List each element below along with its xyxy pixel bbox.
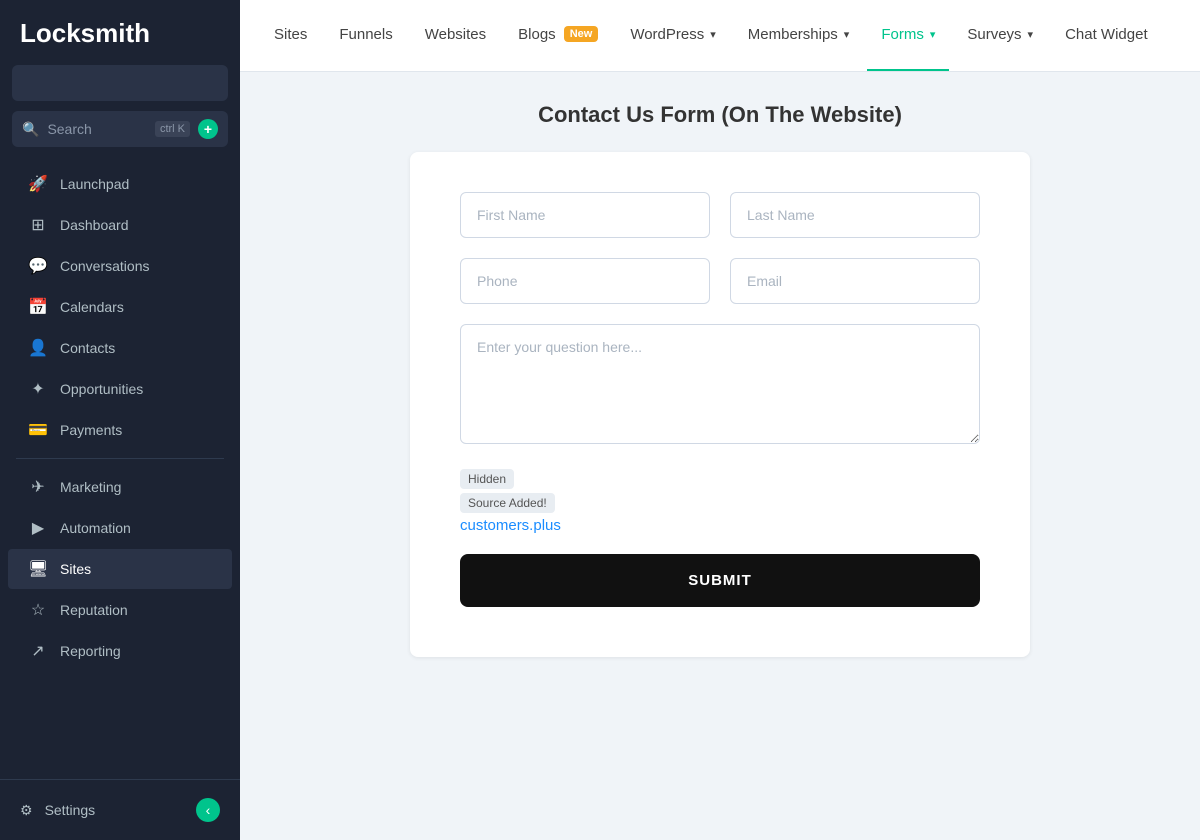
tab-memberships[interactable]: Memberships ▾	[734, 0, 864, 72]
main-content: Sites Funnels Websites Blogs New WordPre…	[240, 0, 1200, 840]
content-area: Contact Us Form (On The Website)	[240, 72, 1200, 840]
top-nav: Sites Funnels Websites Blogs New WordPre…	[240, 0, 1200, 72]
sidebar-item-automation[interactable]: ▶ Automation	[8, 508, 232, 548]
surveys-chevron-icon: ▾	[1028, 28, 1034, 41]
name-row	[460, 192, 980, 238]
launchpad-icon: 🚀	[28, 174, 48, 194]
settings-left: ⚙ Settings	[20, 802, 95, 819]
sidebar-item-marketing[interactable]: ✈ Marketing	[8, 467, 232, 507]
tab-surveys[interactable]: Surveys ▾	[953, 0, 1047, 72]
sidebar-item-label: Opportunities	[60, 381, 143, 397]
sidebar-item-label: Payments	[60, 422, 122, 438]
wordpress-chevron-icon: ▾	[710, 28, 716, 41]
calendars-icon: 📅	[28, 297, 48, 317]
sidebar-item-sites[interactable]: 🖥 Sites	[8, 549, 232, 589]
question-row	[460, 324, 980, 449]
blogs-new-badge: New	[564, 26, 599, 42]
sidebar-item-label: Calendars	[60, 299, 124, 315]
first-name-input[interactable]	[460, 192, 710, 238]
search-kbd: ctrl K	[155, 121, 190, 137]
sidebar-nav: 🚀 Launchpad ⊞ Dashboard 💬 Conversations …	[0, 163, 240, 672]
first-name-field	[460, 192, 710, 238]
sidebar-item-label: Marketing	[60, 479, 121, 495]
tab-sites[interactable]: Sites	[260, 0, 321, 72]
sidebar-item-label: Contacts	[60, 340, 115, 356]
app-title: Locksmith	[0, 0, 240, 65]
memberships-chevron-icon: ▾	[844, 28, 850, 41]
sidebar: Locksmith 🔍 Search ctrl K + 🚀 Launchpad …	[0, 0, 240, 840]
sidebar-item-dashboard[interactable]: ⊞ Dashboard	[8, 205, 232, 245]
tab-memberships-label: Memberships	[748, 26, 838, 43]
tab-chat-widget[interactable]: Chat Widget	[1051, 0, 1162, 72]
sidebar-item-opportunities[interactable]: ✦ Opportunities	[8, 369, 232, 409]
sidebar-item-label: Launchpad	[60, 176, 129, 192]
tab-blogs-label: Blogs	[518, 26, 556, 43]
forms-chevron-icon: ▾	[930, 28, 936, 41]
tab-funnels[interactable]: Funnels	[325, 0, 406, 72]
search-label: Search	[47, 121, 147, 137]
settings-row[interactable]: ⚙ Settings ‹	[0, 788, 240, 832]
source-value: customers.plus	[460, 517, 980, 534]
automation-icon: ▶	[28, 518, 48, 538]
last-name-input[interactable]	[730, 192, 980, 238]
phone-field	[460, 258, 710, 304]
sidebar-item-label: Sites	[60, 561, 91, 577]
last-name-field	[730, 192, 980, 238]
payments-icon: 💳	[28, 420, 48, 440]
settings-label: Settings	[45, 802, 96, 818]
tab-blogs[interactable]: Blogs New	[504, 0, 612, 72]
hidden-badge: Hidden	[460, 469, 514, 489]
tab-websites-label: Websites	[425, 26, 486, 43]
question-textarea[interactable]	[460, 324, 980, 444]
nav-divider	[16, 458, 224, 459]
email-field	[730, 258, 980, 304]
reporting-icon: ↗	[28, 641, 48, 661]
add-button[interactable]: +	[198, 119, 218, 139]
settings-icon: ⚙	[20, 802, 33, 819]
contacts-icon: 👤	[28, 338, 48, 358]
search-icon: 🔍	[22, 121, 39, 138]
form-container: Hidden Source Added! customers.plus SUBM…	[410, 152, 1030, 657]
contact-row	[460, 258, 980, 304]
sites-icon: 🖥	[28, 559, 48, 579]
green-circle-button[interactable]: ‹	[196, 798, 220, 822]
opportunities-icon: ✦	[28, 379, 48, 399]
sidebar-item-label: Reputation	[60, 602, 128, 618]
sidebar-item-conversations[interactable]: 💬 Conversations	[8, 246, 232, 286]
sidebar-item-reputation[interactable]: ☆ Reputation	[8, 590, 232, 630]
marketing-icon: ✈	[28, 477, 48, 497]
hidden-section: Hidden Source Added! customers.plus	[460, 469, 980, 534]
sidebar-item-label: Conversations	[60, 258, 150, 274]
email-input[interactable]	[730, 258, 980, 304]
submit-button[interactable]: SUBMIT	[460, 554, 980, 607]
tab-forms[interactable]: Forms ▾	[867, 0, 949, 72]
page-title: Contact Us Form (On The Website)	[280, 102, 1160, 128]
tab-funnels-label: Funnels	[339, 26, 392, 43]
sidebar-item-contacts[interactable]: 👤 Contacts	[8, 328, 232, 368]
source-added-badge: Source Added!	[460, 493, 555, 513]
tab-chat-widget-label: Chat Widget	[1065, 26, 1148, 43]
sidebar-item-payments[interactable]: 💳 Payments	[8, 410, 232, 450]
tab-forms-label: Forms	[881, 26, 924, 43]
sidebar-bottom: ⚙ Settings ‹	[0, 779, 240, 840]
phone-input[interactable]	[460, 258, 710, 304]
dashboard-icon: ⊞	[28, 215, 48, 235]
tab-sites-label: Sites	[274, 26, 307, 43]
sidebar-item-label: Dashboard	[60, 217, 129, 233]
sidebar-item-reporting[interactable]: ↗ Reporting	[8, 631, 232, 671]
conversations-icon: 💬	[28, 256, 48, 276]
tab-wordpress-label: WordPress	[630, 26, 704, 43]
sidebar-item-label: Automation	[60, 520, 131, 536]
question-field	[460, 324, 980, 449]
sidebar-item-launchpad[interactable]: 🚀 Launchpad	[8, 164, 232, 204]
tab-websites[interactable]: Websites	[411, 0, 500, 72]
sidebar-item-label: Reporting	[60, 643, 121, 659]
tab-wordpress[interactable]: WordPress ▾	[616, 0, 729, 72]
reputation-icon: ☆	[28, 600, 48, 620]
sidebar-item-calendars[interactable]: 📅 Calendars	[8, 287, 232, 327]
account-bar[interactable]	[12, 65, 228, 101]
search-bar[interactable]: 🔍 Search ctrl K +	[12, 111, 228, 147]
tab-surveys-label: Surveys	[967, 26, 1021, 43]
